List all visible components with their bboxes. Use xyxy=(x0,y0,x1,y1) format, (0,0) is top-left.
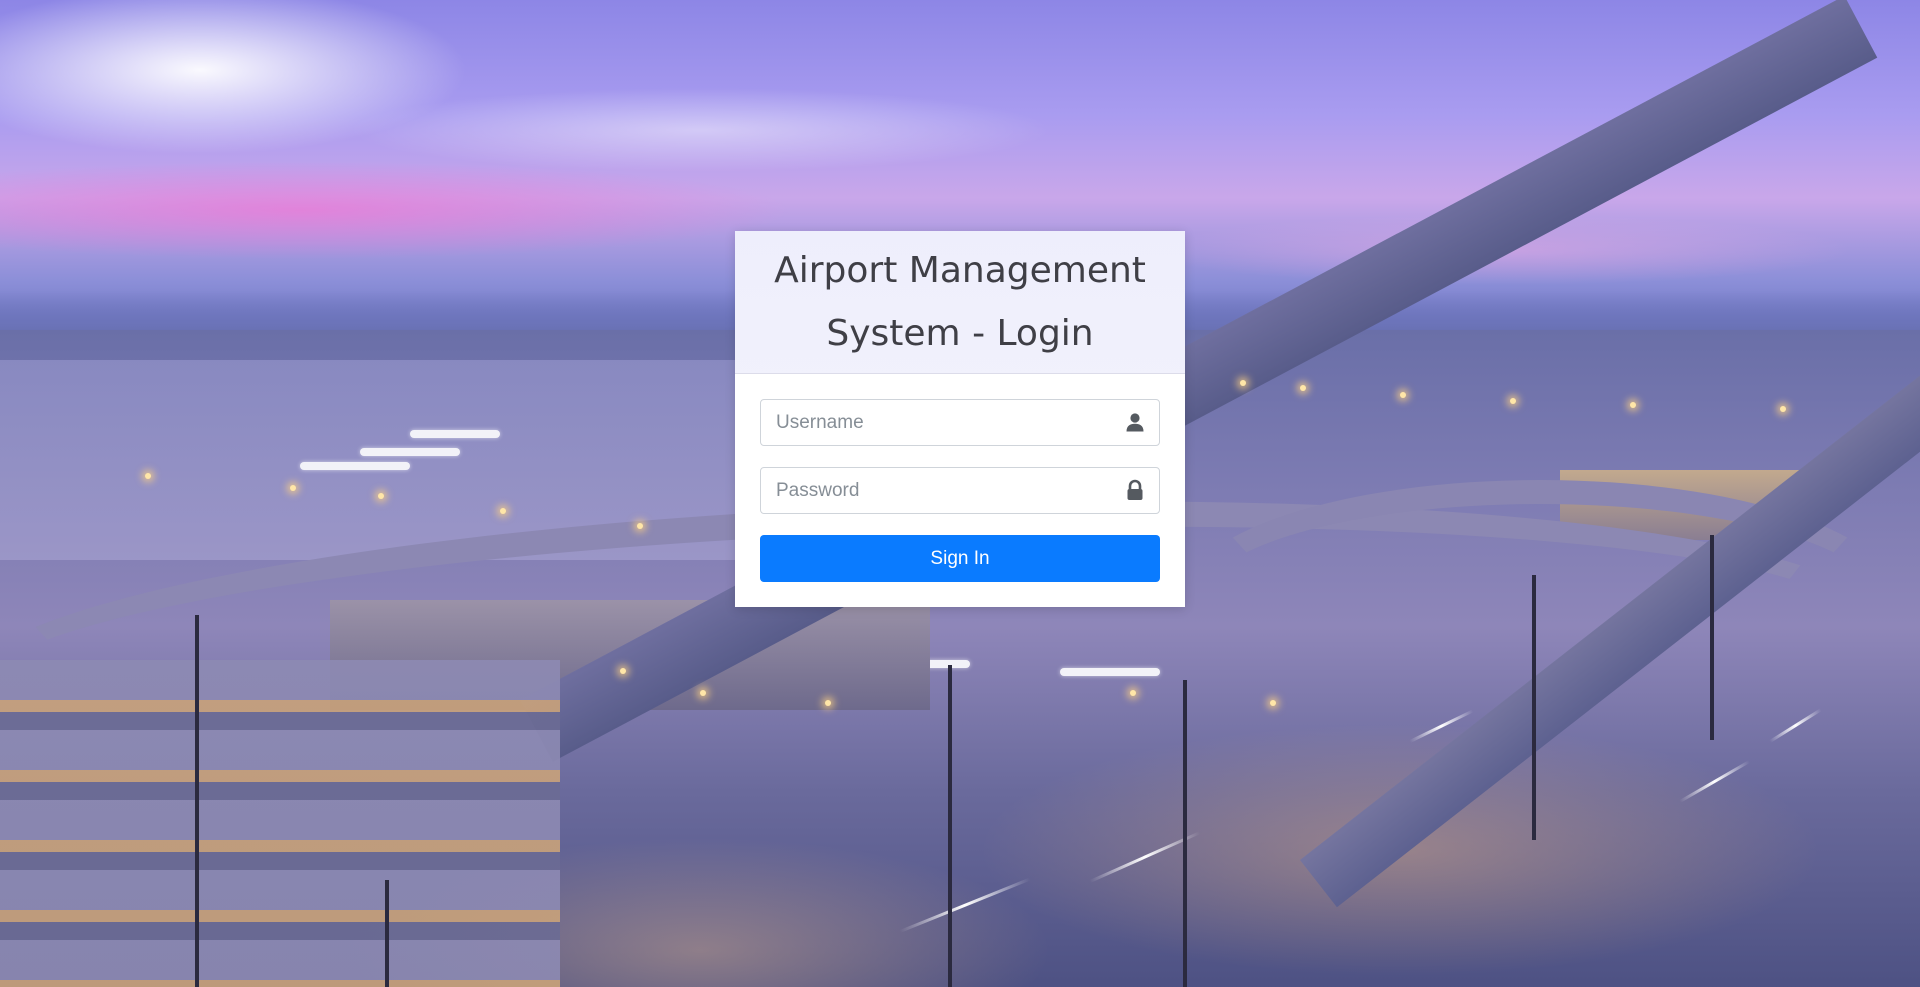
parking-garage xyxy=(0,660,560,987)
user-icon xyxy=(1124,411,1146,433)
runway-light xyxy=(1130,690,1136,696)
airplane xyxy=(410,430,500,438)
airplane xyxy=(300,462,410,470)
login-card: Airport Management System - Login Sign I… xyxy=(735,231,1185,607)
runway-light xyxy=(1400,392,1406,398)
light-pole xyxy=(1183,680,1187,987)
runway-light xyxy=(145,473,151,479)
light-pole xyxy=(195,615,199,987)
runway-light xyxy=(1630,402,1636,408)
runway-light xyxy=(637,523,643,529)
light-pole xyxy=(1710,535,1714,740)
runway-light xyxy=(1300,385,1306,391)
light-pole xyxy=(1532,575,1536,840)
login-title: Airport Management System - Login xyxy=(774,250,1146,354)
light-pole xyxy=(948,665,952,987)
runway-light xyxy=(500,508,506,514)
username-input[interactable] xyxy=(760,399,1160,446)
light-pole xyxy=(385,880,389,987)
runway-light xyxy=(1510,398,1516,404)
airplane xyxy=(360,448,460,456)
runway-light xyxy=(620,668,626,674)
runway-light xyxy=(378,493,384,499)
password-input[interactable] xyxy=(760,467,1160,514)
sign-in-button[interactable]: Sign In xyxy=(760,535,1160,582)
login-form: Sign In xyxy=(735,374,1185,582)
login-header: Airport Management System - Login xyxy=(735,231,1185,374)
password-group xyxy=(760,467,1160,514)
runway-light xyxy=(1270,700,1276,706)
username-group xyxy=(760,399,1160,446)
runway-light xyxy=(290,485,296,491)
runway-light xyxy=(700,690,706,696)
runway-light xyxy=(1780,406,1786,412)
runway-light xyxy=(825,700,831,706)
runway-light xyxy=(1240,380,1246,386)
lock-icon xyxy=(1124,479,1146,501)
